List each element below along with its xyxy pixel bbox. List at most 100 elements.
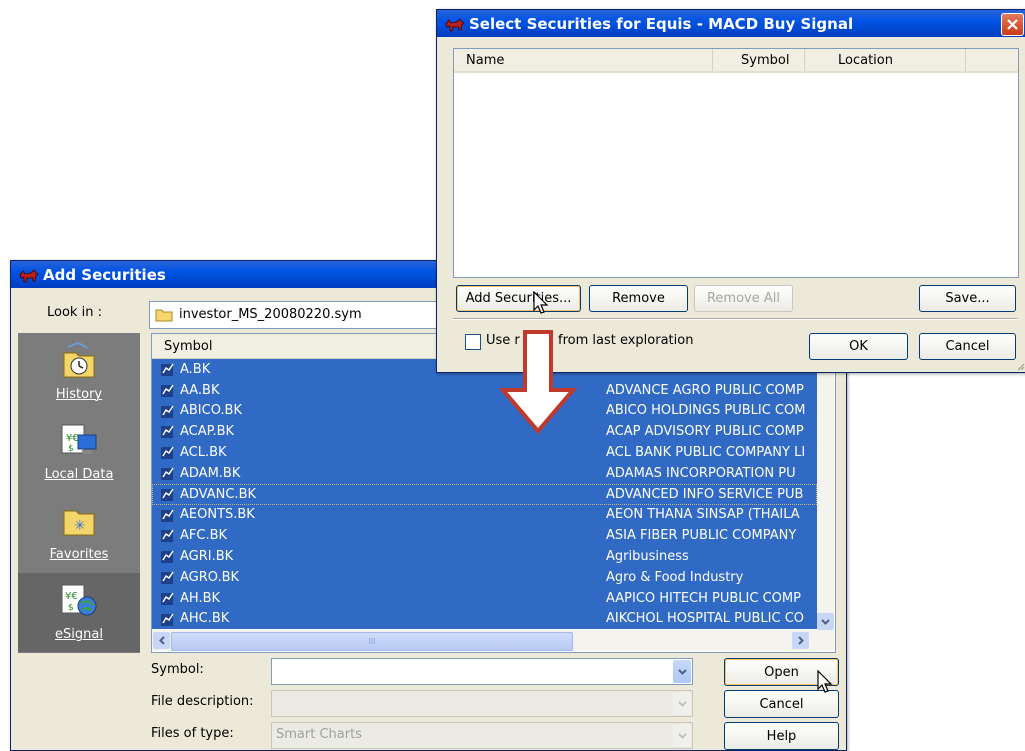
cancel-button[interactable]: Cancel [919,333,1016,360]
file-description-label: File description: [151,694,254,709]
bull-logo-icon [19,268,39,282]
list-item[interactable]: ACAP.BK ACAP ADVISORY PUBLIC COMP [152,421,817,443]
list-item-symbol: AA.BK [180,382,220,398]
scroll-down-button[interactable] [817,613,834,630]
help-button[interactable]: Help [724,722,839,750]
security-file-icon [161,592,174,605]
files-of-type-label: Files of type: [151,726,234,741]
local-data-icon: ¥€$ [61,424,97,454]
list-item[interactable]: ABICO.BK ABICO HOLDINGS PUBLIC COM [152,400,817,422]
place-history-label: History [55,387,103,402]
resize-grip-icon[interactable] [1015,361,1025,371]
mouse-pointer-icon [533,291,549,314]
use-results-label-end: from last exploration [558,333,694,348]
list-item-symbol: ABICO.BK [180,403,243,419]
down-arrow-annotation-icon [498,330,578,434]
list-item[interactable]: AFC.BK ASIA FIBER PUBLIC COMPANY [152,525,817,547]
close-icon [1007,19,1018,30]
column-header-symbol[interactable]: Symbol [713,49,805,71]
list-item-name: Agribusiness [606,549,689,565]
symbol-input[interactable] [271,658,693,685]
save-button[interactable]: Save... [919,285,1016,312]
look-in-dropdown[interactable]: investor_MS_20080220.sym [149,301,440,329]
file-description-field [271,690,693,717]
file-list[interactable]: Symbol A.BKAREEYA PROPERTY PUBLIC CO AA.… [151,333,836,653]
ok-button[interactable]: OK [809,333,908,360]
list-item-name: ADVANCED INFO SERVICE PUB [606,486,804,502]
column-symbol-label: Symbol [741,53,790,68]
favorites-icon: ✳ [63,510,95,536]
horizontal-scrollbar[interactable]: III [152,630,834,651]
place-favorites[interactable]: ✳ Favorites [18,493,140,572]
chevron-right-icon [797,636,804,645]
list-item[interactable]: ACL.BK ACL BANK PUBLIC COMPANY LI [152,442,817,463]
list-item-name: AEON THANA SINSAP (THAILA [606,507,800,523]
list-item-name: ADVANCE AGRO PUBLIC COMP [606,382,804,398]
security-file-icon [161,446,174,460]
list-item-symbol: AGRI.BK [180,549,234,565]
save-label: Save... [945,291,990,306]
list-item[interactable]: ADVANC.BK ADVANCED INFO SERVICE PUB [152,483,817,505]
remove-all-button[interactable]: Remove All [694,285,793,312]
close-button[interactable] [1001,13,1024,36]
add-securities-button[interactable]: Add Securities... [456,285,581,312]
security-file-icon [161,467,174,480]
place-history[interactable]: History [18,333,140,412]
chevron-down-icon [677,732,687,739]
vertical-scrollbar[interactable] [817,334,834,630]
files-of-type-value: Smart Charts [276,727,362,742]
place-local-data-label: Local Data [44,467,114,482]
remove-button[interactable]: Remove [589,285,688,312]
list-item[interactable]: AH.BK AAPICO HITECH PUBLIC COMP [152,587,817,609]
column-header-name[interactable]: Name [454,49,713,71]
security-file-icon [161,384,174,397]
list-item[interactable]: AEONTS.BK AEON THANA SINSAP (THAILA [152,504,817,526]
list-item-symbol: A.BK [180,361,211,377]
remove-all-label: Remove All [706,291,780,306]
scroll-grip: III [368,637,376,646]
security-file-icon [161,425,174,439]
svg-text:✳: ✳ [74,518,86,534]
svg-text:¥€: ¥€ [66,433,79,444]
list-item-symbol: ACL.BK [180,445,227,461]
symbol-dropdown-button[interactable] [673,660,691,683]
scroll-thumb[interactable]: III [171,632,573,651]
security-file-icon [161,571,174,584]
mouse-pointer-icon [817,670,833,693]
select-securities-title-bar[interactable]: Select Securities for Equis - MACD Buy S… [437,10,1025,37]
place-local-data[interactable]: ¥€ $ Local Data [18,413,140,492]
place-esignal[interactable]: ¥€ $ eSignal [18,573,140,652]
add-securities-label: Add Securities... [465,291,572,306]
list-item-name: ADAMAS INCORPORATION PU [606,465,796,481]
folder-icon [155,308,173,326]
chevron-down-icon [821,618,830,625]
chevron-down-icon [677,668,687,675]
list-item[interactable]: AA.BK ADVANCE AGRO PUBLIC COMP [152,379,817,401]
use-results-checkbox[interactable] [465,334,481,350]
securities-list[interactable]: Name Symbol Location [453,48,1019,278]
open-button-label: Open [764,664,799,680]
list-item-name: AAPICO HITECH PUBLIC COMP [606,590,801,606]
list-item[interactable]: AGRI.BK Agribusiness [152,546,817,567]
column-header-location[interactable]: Location [805,49,966,71]
security-file-icon [161,550,174,564]
esignal-icon: ¥€$ [61,584,97,616]
list-item-symbol: AGRO.BK [180,569,240,585]
securities-list-header: Name Symbol Location [454,49,1018,73]
look-in-label: Look in : [47,305,102,320]
chevron-down-icon [677,700,687,707]
scroll-right-button[interactable] [792,632,809,649]
list-item-name: AIKCHOL HOSPITAL PUBLIC CO [606,611,805,627]
list-item[interactable]: ADAM.BK ADAMAS INCORPORATION PU [152,463,817,484]
column-name-label: Name [466,53,505,68]
list-item[interactable]: AHC.BK AIKCHOL HOSPITAL PUBLIC CO [152,608,817,630]
list-item-symbol: ACAP.BK [180,424,235,440]
list-item-name: ASIA FIBER PUBLIC COMPANY [606,528,797,544]
history-icon [63,341,95,378]
security-file-icon [161,613,174,626]
list-item[interactable]: AGRO.BK Agro & Food Industry [152,567,817,588]
scroll-left-button[interactable] [153,632,170,649]
bull-logo-icon [445,17,465,31]
place-favorites-label: Favorites [49,547,109,562]
list-item-name: ACL BANK PUBLIC COMPANY LI [606,445,806,461]
